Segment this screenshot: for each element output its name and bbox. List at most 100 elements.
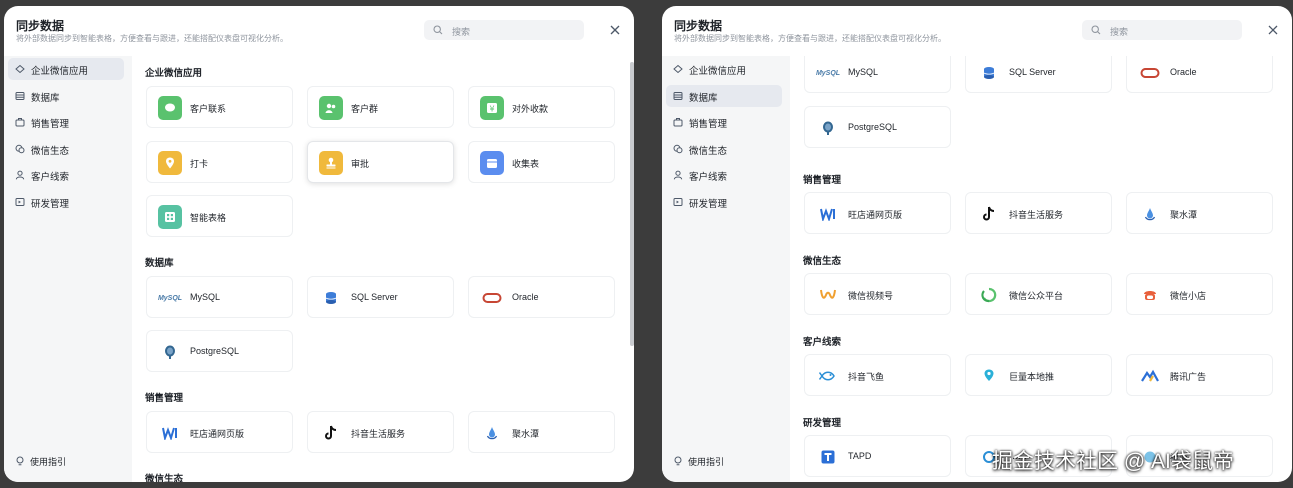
card-smart-sheet[interactable]: 智能表格 [146,195,293,237]
wecom-icon [673,64,683,74]
sidebar-item-label: 企业微信应用 [31,66,89,77]
card-tencent-ads[interactable]: 腾讯广告 [1126,354,1273,396]
grid-icon [158,205,182,229]
search-icon [433,25,443,35]
card-label: 腾讯广告 [1170,372,1207,382]
sidebar-item-sales[interactable]: 销售管理 [666,111,782,133]
close-icon[interactable] [1266,23,1280,37]
juliang-icon [977,364,1001,388]
sql-server-icon [319,286,343,310]
dev-icon [673,198,683,206]
sidebar-item-label: 销售管理 [689,119,728,130]
card-approval[interactable]: 审批 [307,141,454,183]
sidebar-item-dev[interactable]: 研发管理 [8,191,124,213]
section-title: 销售管理 [145,393,184,404]
wangdiantong-icon [158,421,182,445]
card-label: 微信公众平台 [1009,291,1064,301]
card-customer-contact[interactable]: 客户联系 [146,86,293,128]
chat-icon [158,96,182,120]
postgresql-icon [816,116,840,140]
card-label: 聚水潭 [1170,210,1198,220]
sidebar-item-wechat[interactable]: 微信生态 [8,138,124,160]
sidebar-item-database[interactable]: 数据库 [8,85,124,107]
card-wechat-channels[interactable]: 微信视频号 [804,273,951,315]
mysql-logo-text: MySQL [815,69,841,77]
search-input[interactable]: 搜索 [424,20,584,40]
card-wangdiantong[interactable]: 旺店通网页版 [804,192,951,234]
section-title: 数据库 [145,258,174,269]
card-label: 旺店通网页版 [190,429,245,439]
card-label: 抖音生活服务 [1009,210,1064,220]
card-oracle[interactable]: Oracle [1126,56,1273,93]
channels-icon [816,283,840,307]
search-input[interactable]: 搜索 [1082,20,1242,40]
guide-link[interactable]: 使用指引 [15,454,115,470]
card-checkin[interactable]: 打卡 [146,141,293,183]
card-external-payment[interactable]: ¥ 对外收款 [468,86,615,128]
sidebar-item-database[interactable]: 数据库 [666,85,782,107]
lightbulb-icon [674,456,682,466]
sidebar-item-label: 数据库 [31,93,60,104]
guide-label: 使用指引 [30,457,67,467]
guide-link[interactable]: 使用指引 [673,454,773,470]
card-juliang-local[interactable]: 巨量本地推 [965,354,1112,396]
card-wangdiantong[interactable]: 旺店通网页版 [146,411,293,453]
card-sql-server[interactable]: SQL Server [307,276,454,318]
wechat-mp-icon [977,283,1001,307]
card-customer-group[interactable]: 客户群 [307,86,454,128]
card-tapd[interactable]: TAPD [804,435,951,477]
sidebar-item-dev[interactable]: 研发管理 [666,191,782,213]
tencent-ads-icon [1138,364,1162,388]
card-wechat-shop[interactable]: 微信小店 [1126,273,1273,315]
sidebar-item-wechat[interactable]: 微信生态 [666,138,782,160]
section-title: 微信生态 [145,474,184,482]
mysql-icon: MySQL [816,61,840,85]
tiktok-icon [319,421,343,445]
close-icon[interactable] [608,23,622,37]
card-label: SQL Server [1009,67,1056,77]
sidebar-item-wecom[interactable]: 企业微信应用 [666,58,782,80]
card-douyin-life[interactable]: 抖音生活服务 [307,411,454,453]
dialog-subtitle: 将外部数据同步到智能表格，方便查看与跟进，还能搭配仪表盘可视化分析。 [16,34,288,43]
card-douyin-life[interactable]: 抖音生活服务 [965,192,1112,234]
sidebar-item-leads[interactable]: 客户线索 [666,164,782,186]
card-postgresql[interactable]: PostgreSQL [146,330,293,372]
card-mysql[interactable]: MySQL MySQL [804,56,951,93]
tapd-icon [816,445,840,469]
card-oracle[interactable]: Oracle [468,276,615,318]
card-label: 客户群 [351,104,379,114]
database-icon [673,92,683,100]
sidebar-item-wecom[interactable]: 企业微信应用 [8,58,124,80]
dialog-header: 同步数据 将外部数据同步到智能表格，方便查看与跟进，还能搭配仪表盘可视化分析。 … [4,6,634,56]
card-label: MySQL [190,292,221,302]
card-label: TAPD [848,451,872,461]
dialog-title: 同步数据 [16,19,65,33]
card-postgresql[interactable]: PostgreSQL [804,106,951,148]
sidebar-item-sales[interactable]: 销售管理 [8,111,124,133]
card-label: 微信小店 [1170,291,1207,301]
card-label: 客户联系 [190,104,227,114]
sync-data-dialog-left: 同步数据 将外部数据同步到智能表格，方便查看与跟进，还能搭配仪表盘可视化分析。 … [4,6,634,482]
card-wechat-mp[interactable]: 微信公众平台 [965,273,1112,315]
card-mysql[interactable]: MySQL MySQL [146,276,293,318]
sidebar-item-leads[interactable]: 客户线索 [8,164,124,186]
dialog-header: 同步数据 将外部数据同步到智能表格，方便查看与跟进，还能搭配仪表盘可视化分析。 … [662,6,1292,56]
card-label: 抖音生活服务 [351,429,406,439]
sidebar-item-label: 销售管理 [31,119,70,130]
card-collection-form[interactable]: 收集表 [468,141,615,183]
sidebar-item-label: 研发管理 [31,199,70,210]
wechat-icon [673,144,683,154]
guide-label: 使用指引 [688,457,725,467]
card-jushuitan[interactable]: 聚水潭 [1126,192,1273,234]
oracle-icon [1138,61,1162,85]
group-icon [319,96,343,120]
card-sql-server[interactable]: SQL Server [965,56,1112,93]
scrollbar[interactable] [630,62,634,346]
sql-server-icon [977,61,1001,85]
payment-icon: ¥ [480,96,504,120]
card-douyin-feiyu[interactable]: 抖音飞鱼 [804,354,951,396]
card-jushuitan[interactable]: 聚水潭 [468,411,615,453]
sidebar-item-label: 微信生态 [689,146,728,157]
wangdiantong-icon [816,202,840,226]
fish-icon [816,364,840,388]
